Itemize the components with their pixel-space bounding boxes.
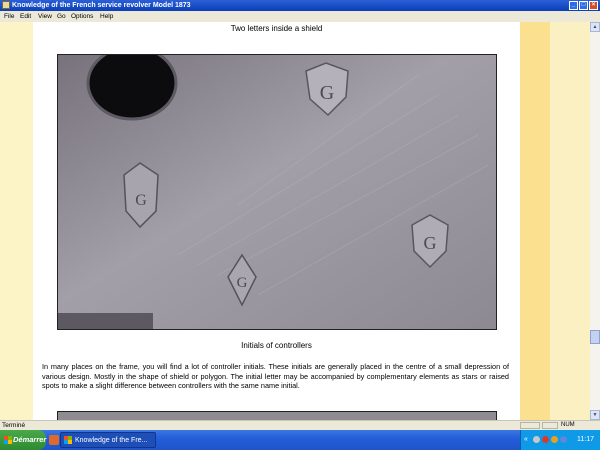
status-bar: Terminé NUM: [0, 420, 600, 430]
status-text: Terminé: [2, 422, 26, 429]
clock: 11:17: [577, 436, 594, 443]
taskbar-window-label: Knowledge of the Fre...: [75, 437, 148, 444]
stamp-letter: G: [320, 82, 334, 104]
system-tray: « 11:17: [520, 430, 600, 450]
right-margin-strip-pale: [550, 22, 590, 420]
menu-view[interactable]: View: [38, 13, 52, 20]
security-alert-icon[interactable]: [542, 436, 549, 443]
scrollbar-thumb[interactable]: [590, 330, 600, 344]
caption-initials: Initials of controllers: [241, 341, 312, 350]
menu-options[interactable]: Options: [71, 13, 93, 20]
quick-launch-icon[interactable]: [49, 435, 59, 445]
frame-photo-image: G G G G: [58, 55, 496, 329]
frame-edge: [58, 313, 153, 329]
menu-bar: File Edit View Go Options Help: [0, 11, 600, 22]
caption-shield-letters: Two letters inside a shield: [230, 24, 323, 33]
next-photo-partial: [57, 411, 497, 420]
screw-hole: [86, 55, 178, 121]
start-button[interactable]: Démarrer: [0, 430, 46, 450]
page-body: Two letters inside a shield G G G G Init…: [33, 22, 520, 420]
scroll-up-button[interactable]: ▲: [590, 22, 600, 32]
volume-icon[interactable]: [560, 436, 567, 443]
start-label: Démarrer: [13, 435, 47, 444]
menu-help[interactable]: Help: [100, 13, 113, 20]
maximize-button[interactable]: □: [579, 1, 588, 10]
vertical-scrollbar[interactable]: ▲ ▼: [590, 22, 600, 420]
stamp-letter: G: [424, 233, 437, 253]
taskbar-window-button[interactable]: Knowledge of the Fre...: [60, 432, 156, 448]
app-icon: [2, 1, 10, 9]
taskbar: Démarrer Knowledge of the Fre... « 11:17: [0, 430, 600, 450]
browser-icon: [64, 436, 72, 444]
status-cell: [542, 422, 558, 429]
num-lock-indicator: NUM: [561, 422, 575, 428]
minimize-button[interactable]: _: [569, 1, 578, 10]
status-cell: [520, 422, 540, 429]
scroll-down-button[interactable]: ▼: [590, 410, 600, 420]
stamp-letter: G: [237, 275, 248, 291]
body-paragraph: In many places on the frame, you will fi…: [42, 362, 509, 391]
menu-edit[interactable]: Edit: [20, 13, 31, 20]
title-bar: Knowledge of the French service revolver…: [0, 0, 600, 11]
document-viewport[interactable]: Two letters inside a shield G G G G Init…: [0, 22, 590, 420]
windows-logo-icon: [4, 436, 12, 444]
left-margin-strip: [0, 22, 33, 420]
menu-file[interactable]: File: [4, 13, 14, 20]
tray-expand-icon[interactable]: «: [524, 435, 528, 444]
window-title: Knowledge of the French service revolver…: [12, 2, 191, 9]
tray-app-icon[interactable]: [551, 436, 558, 443]
stamp-letter: G: [135, 192, 147, 209]
frame-photo: G G G G: [57, 54, 497, 330]
right-margin-strip: [520, 22, 550, 420]
network-icon[interactable]: [533, 436, 540, 443]
close-button[interactable]: ×: [589, 1, 598, 10]
menu-go[interactable]: Go: [57, 13, 66, 20]
